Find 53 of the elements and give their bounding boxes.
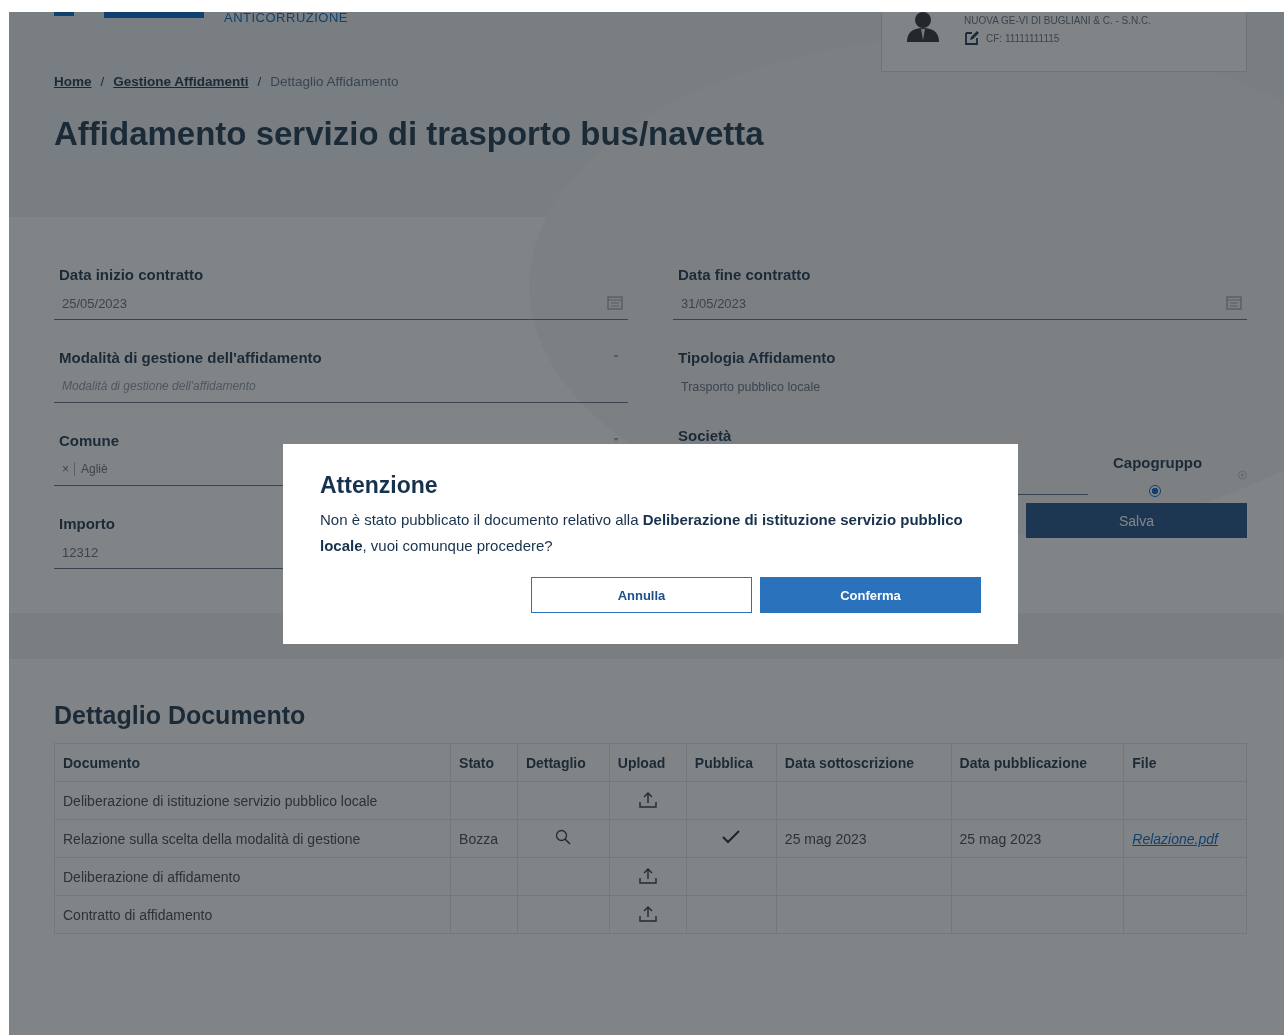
field-label: Tipologia Affidamento: [677, 349, 836, 366]
table-cell: Deliberazione di affidamento: [63, 868, 241, 885]
caret-icon[interactable]: [612, 354, 620, 359]
field-label: Data fine contratto: [677, 266, 811, 283]
field-label: Società: [677, 427, 732, 444]
table-cell: Bozza: [459, 830, 498, 847]
caret-icon[interactable]: [612, 437, 620, 442]
date-field[interactable]: 31/05/2023: [673, 287, 1247, 320]
upload-icon[interactable]: [638, 866, 657, 884]
calendar-icon[interactable]: [607, 296, 623, 310]
column-header: Data sottoscrizione: [776, 743, 951, 782]
field-label: Importo: [58, 515, 115, 532]
save-button[interactable]: Salva: [1026, 503, 1247, 538]
tax-code: CF: 11111111115: [986, 32, 1060, 44]
date-field[interactable]: 25/05/2023: [54, 287, 628, 320]
column-header: Data pubblicazione: [951, 743, 1124, 782]
column-header: Upload: [609, 743, 687, 782]
dialog-title: Attenzione: [320, 472, 439, 499]
table-cell: Deliberazione di istituzione servizio pubblico locale: [63, 792, 378, 809]
cancel-button[interactable]: Annulla: [531, 577, 752, 613]
logo-subtitle: ANTICORRUZIONE: [224, 12, 348, 24]
column-header: Stato: [450, 743, 518, 782]
column-header: File: [1123, 743, 1247, 782]
upload-icon[interactable]: [638, 904, 657, 922]
field-label: Modalità di gestione dell'affidamento: [58, 349, 322, 366]
field-label: Comune: [58, 432, 119, 449]
chip-label: Agliè: [81, 462, 108, 476]
table-cell: 25 mag 2023: [784, 830, 867, 847]
table-cell: Relazione sulla scelta della modalità di gestione: [63, 830, 361, 847]
upload-icon[interactable]: [638, 790, 657, 808]
field-value: Trasporto pubblico locale: [680, 378, 822, 396]
dialog-message: Non è stato pubblicato il documento relativo alla Deliberazione di istituzione servizio pubblico locale, vuoi comunque procedere?: [320, 510, 964, 556]
breadcrumb-link[interactable]: Home: [54, 74, 92, 89]
table-cell: 25 mag 2023: [959, 830, 1042, 847]
chip[interactable]: × Agliè: [62, 462, 108, 476]
field-label: Capogruppo: [1112, 454, 1203, 471]
column-header: Documento: [54, 743, 451, 782]
breadcrumb-separator: /: [100, 74, 105, 89]
search-icon[interactable]: [555, 829, 572, 845]
avatar-icon: [904, 12, 942, 42]
section-title: Dettaglio Documento: [54, 701, 307, 730]
edit-icon[interactable]: [964, 30, 980, 46]
calendar-icon[interactable]: [1226, 296, 1242, 310]
table-cell: Contratto di affidamento: [63, 906, 213, 923]
breadcrumb-separator: /: [257, 74, 262, 89]
company-name: NUOVA GE-VI DI BUGLIANI & C. - S.N.C.: [964, 15, 1152, 26]
breadcrumb-current: Dettaglio Affidamento: [270, 74, 399, 89]
confirm-button[interactable]: Conferma: [760, 577, 981, 613]
field-label: Data inizio contratto: [58, 266, 204, 283]
page-title: Affidamento servizio di trasporto bus/navetta: [54, 115, 765, 153]
column-header: Dettaglio: [517, 743, 610, 782]
breadcrumb-link[interactable]: Gestione Affidamenti: [113, 74, 249, 89]
column-header: Pubblica: [686, 743, 777, 782]
